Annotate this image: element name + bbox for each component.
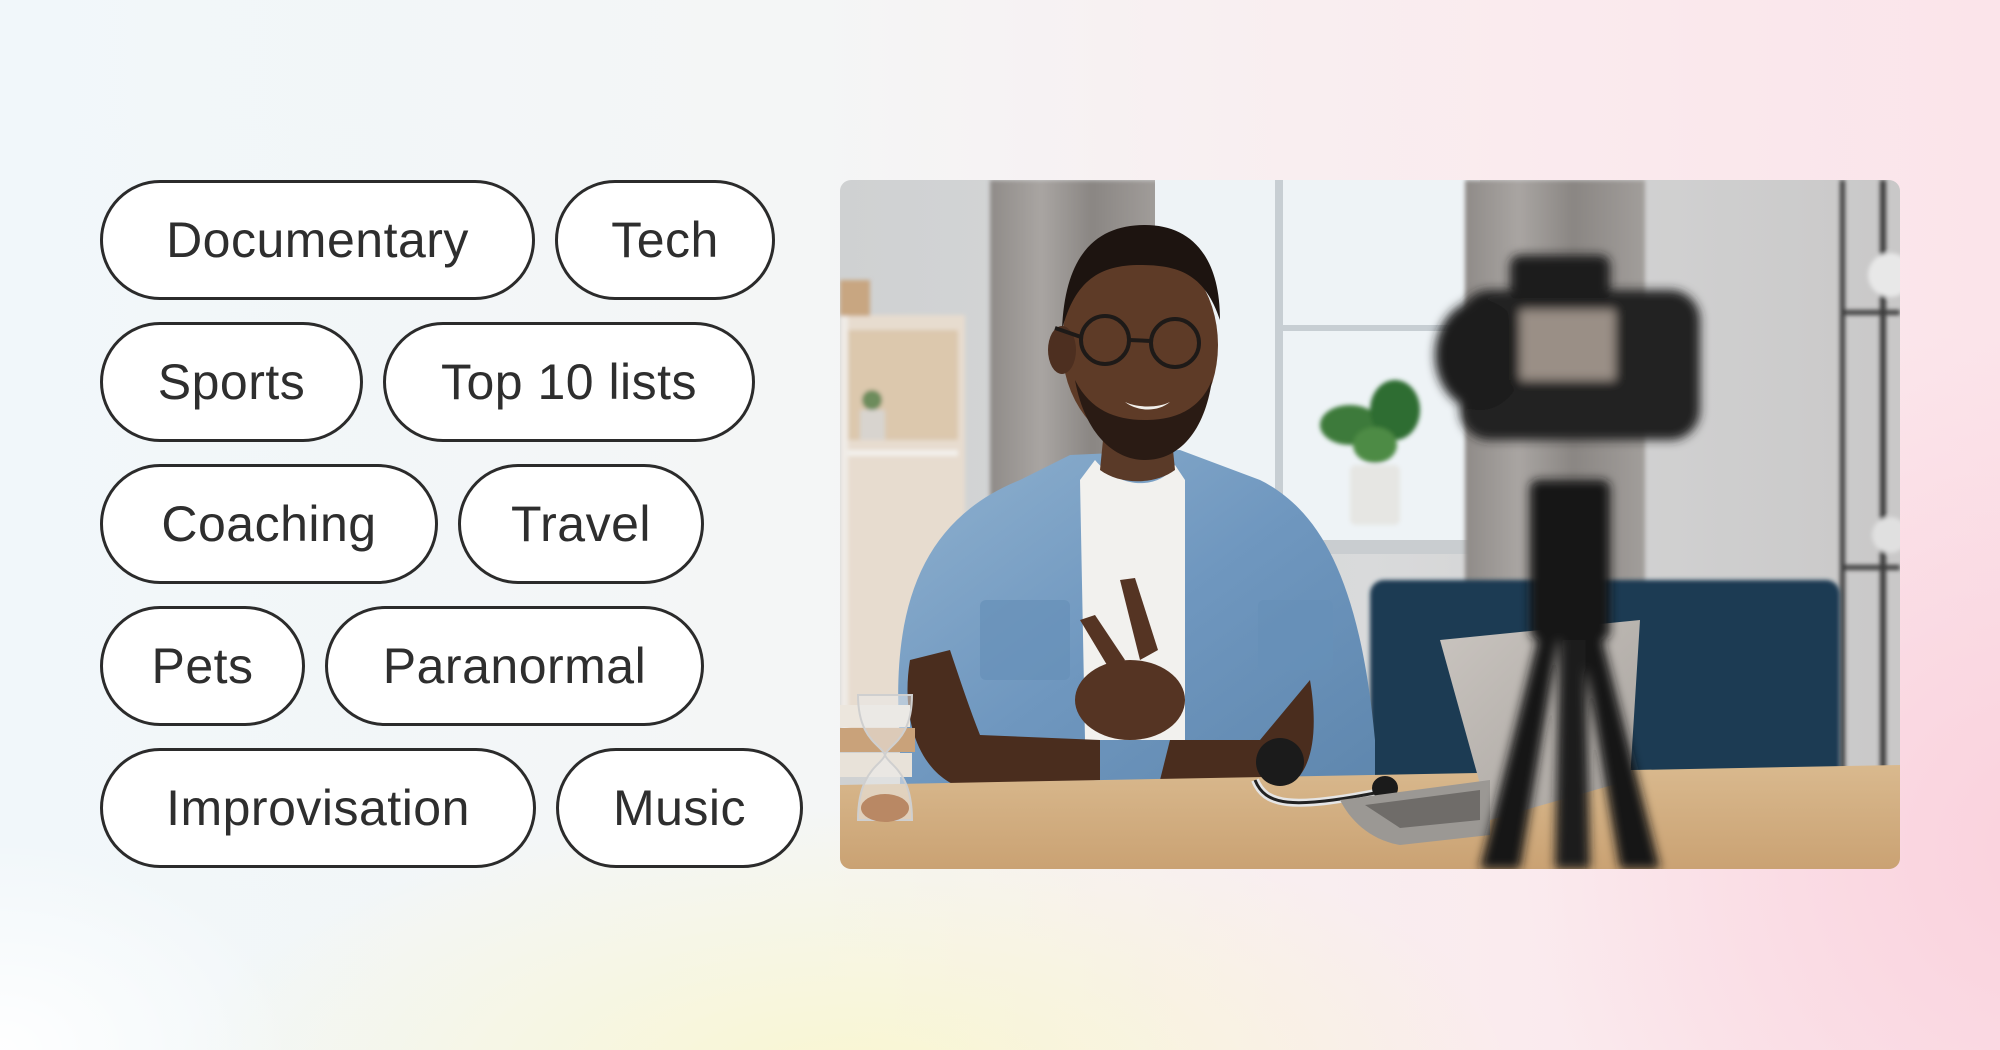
tag-row: Improvisation Music bbox=[100, 748, 803, 868]
category-tags: Documentary Tech Sports Top 10 lists Coa… bbox=[100, 180, 803, 868]
tag-pets[interactable]: Pets bbox=[100, 606, 305, 726]
tag-row: Documentary Tech bbox=[100, 180, 803, 300]
tag-documentary[interactable]: Documentary bbox=[100, 180, 535, 300]
camera-screen bbox=[1520, 310, 1615, 380]
tag-improvisation[interactable]: Improvisation bbox=[100, 748, 536, 868]
tag-music[interactable]: Music bbox=[556, 748, 803, 868]
tag-row: Coaching Travel bbox=[100, 464, 803, 584]
tag-row: Sports Top 10 lists bbox=[100, 322, 803, 442]
tag-travel[interactable]: Travel bbox=[458, 464, 704, 584]
hands bbox=[1075, 660, 1185, 740]
tag-top-10-lists[interactable]: Top 10 lists bbox=[383, 322, 755, 442]
photo-illustration bbox=[840, 180, 1900, 869]
hero-photo bbox=[840, 180, 1900, 869]
tag-tech[interactable]: Tech bbox=[555, 180, 775, 300]
tag-paranormal[interactable]: Paranormal bbox=[325, 606, 704, 726]
tag-sports[interactable]: Sports bbox=[100, 322, 363, 442]
tag-row: Pets Paranormal bbox=[100, 606, 803, 726]
tag-coaching[interactable]: Coaching bbox=[100, 464, 438, 584]
